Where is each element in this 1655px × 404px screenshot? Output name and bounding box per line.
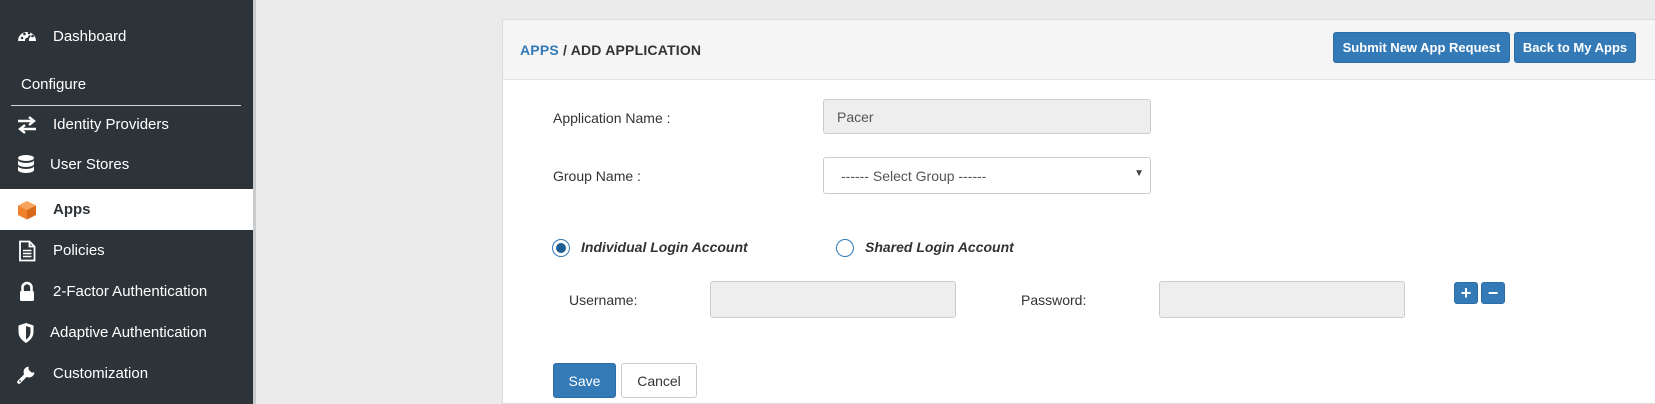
database-icon: [14, 153, 38, 177]
group-name-select[interactable]: ------ Select Group ------ ▼: [823, 157, 1151, 194]
sidebar-item-user-stores[interactable]: User Stores: [0, 144, 253, 185]
sidebar-item-label: Identity Providers: [53, 116, 169, 133]
sidebar-item-label: Apps: [53, 201, 91, 218]
password-label: Password:: [1021, 292, 1087, 308]
add-application-panel: APPS / ADD APPLICATION Submit New App Re…: [502, 19, 1655, 404]
cancel-button[interactable]: Cancel: [621, 363, 697, 398]
chevron-down-icon: ▼: [1134, 168, 1144, 179]
group-name-label: Group Name :: [553, 168, 641, 184]
dashboard-icon: [15, 25, 39, 49]
breadcrumb: APPS / ADD APPLICATION: [520, 42, 701, 58]
application-name-label: Application Name :: [553, 110, 671, 126]
sidebar: Dashboard Configure Identity Providers U…: [0, 0, 253, 404]
sidebar-item-identity-providers[interactable]: Identity Providers: [0, 104, 253, 145]
application-name-input[interactable]: Pacer: [823, 99, 1151, 134]
sidebar-item-dashboard[interactable]: Dashboard: [0, 16, 253, 57]
breadcrumb-apps-link[interactable]: APPS: [520, 42, 559, 58]
username-label: Username:: [569, 292, 638, 308]
username-input[interactable]: [710, 281, 956, 318]
breadcrumb-current: ADD APPLICATION: [570, 42, 702, 58]
save-button[interactable]: Save: [553, 363, 616, 398]
cube-icon: [15, 198, 39, 222]
exchange-icon: [15, 113, 39, 137]
sidebar-section-configure: Configure: [21, 76, 87, 93]
plus-icon: +: [1460, 283, 1472, 303]
sidebar-item-policies[interactable]: Policies: [0, 230, 253, 271]
sidebar-item-label: Adaptive Authentication: [50, 324, 207, 341]
sidebar-item-label: Policies: [53, 242, 105, 259]
wrench-icon: [15, 362, 39, 386]
password-input[interactable]: [1159, 281, 1405, 318]
individual-login-radio[interactable]: [552, 239, 570, 257]
sidebar-item-label: 2-Factor Authentication: [53, 283, 208, 300]
sidebar-item-label: User Stores: [50, 156, 130, 173]
shared-login-label[interactable]: Shared Login Account: [865, 239, 1014, 255]
sidebar-item-customization[interactable]: Customization: [0, 353, 253, 394]
submit-new-app-request-button[interactable]: Submit New App Request: [1333, 32, 1510, 63]
individual-login-label[interactable]: Individual Login Account: [581, 239, 748, 255]
add-account-button[interactable]: +: [1454, 282, 1478, 304]
back-to-my-apps-button[interactable]: Back to My Apps: [1514, 32, 1636, 63]
sidebar-border: [253, 0, 256, 404]
breadcrumb-separator: /: [558, 42, 571, 58]
sidebar-item-2fa[interactable]: 2-Factor Authentication: [0, 271, 253, 312]
sidebar-item-label: Customization: [53, 365, 149, 382]
sidebar-item-label: Dashboard: [53, 28, 127, 45]
group-name-selected-value: ------ Select Group ------: [841, 167, 987, 184]
shared-login-radio[interactable]: [836, 239, 854, 257]
sidebar-item-adaptive-auth[interactable]: Adaptive Authentication: [0, 312, 253, 353]
sidebar-item-apps[interactable]: Apps: [0, 189, 253, 230]
lock-icon: [15, 280, 39, 304]
panel-header: APPS / ADD APPLICATION Submit New App Re…: [503, 20, 1655, 80]
minus-icon: −: [1487, 283, 1499, 303]
shield-icon: [14, 321, 38, 345]
document-icon: [15, 239, 39, 263]
remove-account-button[interactable]: −: [1481, 282, 1505, 304]
